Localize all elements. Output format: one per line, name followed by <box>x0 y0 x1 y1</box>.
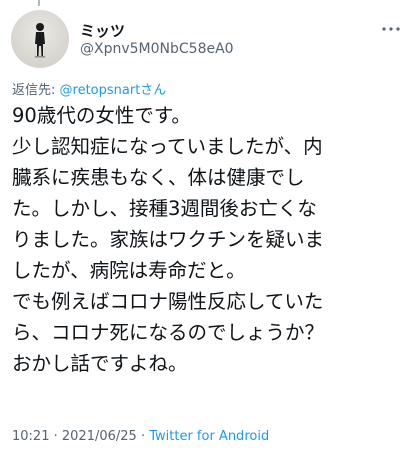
reply-mention-link[interactable]: @retopsnart <box>60 83 141 98</box>
tweet-line: ら、コロナ死になるのでしょうか？ <box>12 321 325 344</box>
meta-separator: · <box>136 429 150 444</box>
thread-connector <box>38 0 40 6</box>
tweet-line: 90歳代の女性です。 <box>12 104 191 127</box>
tweet-card: ミッツ @Xpnv5M0NbC58eA0 返信先: @retopsnartさん … <box>0 0 417 460</box>
meta-separator: · <box>49 429 62 444</box>
tweet-line: りました。家族はワクチンを疑いま <box>12 228 325 251</box>
tweet-line: でも例えばコロナ陽性反応していた <box>12 290 324 313</box>
display-name[interactable]: ミッツ <box>80 20 125 41</box>
tweet-line: た。しかし、接種3週間後お亡くな <box>12 197 317 220</box>
reply-suffix: さん <box>140 83 167 98</box>
reply-to-line: 返信先: @retopsnartさん <box>12 79 166 98</box>
tweet-line: 少し認知症になっていましたが、内 <box>12 135 323 158</box>
tweet-date[interactable]: 2021/06/25 <box>62 429 137 444</box>
tweet-time[interactable]: 10:21 <box>12 429 49 444</box>
tweet-source-link[interactable]: Twitter for Android <box>149 429 269 444</box>
more-horizontal-icon[interactable] <box>378 22 404 36</box>
user-handle[interactable]: @Xpnv5M0NbC58eA0 <box>80 41 234 57</box>
tweet-line: 臓系に疾患もなく、体は健康でし <box>12 166 305 189</box>
avatar[interactable] <box>11 10 69 68</box>
tweet-line: おかし話ですよね。 <box>12 352 188 375</box>
reply-prefix: 返信先: <box>12 83 60 98</box>
tweet-text: 90歳代の女性です。 少し認知症になっていましたが、内 臓系に疾患もなく、体は健… <box>12 100 408 379</box>
tweet-meta: 10:21 · 2021/06/25 · Twitter for Android <box>12 429 269 444</box>
tweet-line: したが、病院は寿命だと。 <box>12 259 246 282</box>
avatar-silhouette-icon <box>35 23 45 58</box>
